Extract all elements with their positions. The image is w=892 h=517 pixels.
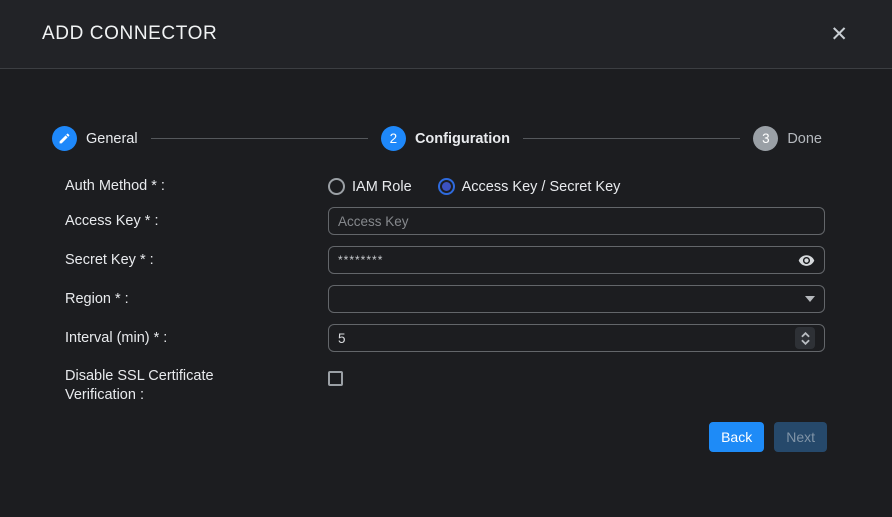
ssl-verification-label: Disable SSL Certificate Verification : (65, 367, 328, 405)
chevron-down-icon (805, 296, 815, 302)
interval-label: Interval (min) * : (65, 329, 328, 348)
number-stepper[interactable] (795, 327, 815, 349)
next-button[interactable]: Next (774, 422, 827, 452)
access-key-field-wrapper (328, 207, 825, 235)
add-connector-modal: ADD CONNECTOR ✕ General 2 Configuration … (0, 0, 892, 517)
step-configuration-label: Configuration (415, 131, 510, 147)
access-key-row: Access Key * : (65, 207, 824, 235)
radio-access-key[interactable]: Access Key / Secret Key (438, 178, 621, 195)
chevron-down-icon (801, 339, 810, 345)
step-3-badge: 3 (753, 126, 778, 151)
region-select[interactable] (328, 285, 825, 313)
radio-unchecked-icon (328, 178, 345, 195)
radio-access-key-label: Access Key / Secret Key (462, 179, 621, 195)
interval-field-wrapper (328, 324, 825, 352)
modal-header: ADD CONNECTOR ✕ (0, 0, 892, 69)
secret-key-field-wrapper (328, 246, 825, 274)
interval-row: Interval (min) * : (65, 324, 824, 352)
back-button[interactable]: Back (709, 422, 764, 452)
region-label: Region * : (65, 290, 328, 309)
secret-key-input[interactable] (338, 253, 798, 267)
interval-input[interactable] (338, 331, 795, 346)
chevron-up-icon (801, 332, 810, 338)
secret-key-row: Secret Key * : (65, 246, 824, 274)
page-title: ADD CONNECTOR (42, 23, 217, 45)
modal-footer: Back Next (0, 422, 892, 452)
pencil-icon (52, 126, 77, 151)
wizard-stepper: General 2 Configuration 3 Done (52, 126, 822, 151)
stepper-connector-line (151, 138, 368, 139)
radio-checked-icon (438, 178, 455, 195)
configuration-form: Auth Method * : IAM Role Access Key / Se… (0, 177, 892, 405)
access-key-label: Access Key * : (65, 212, 328, 231)
step-done: 3 Done (753, 126, 822, 151)
step-general[interactable]: General (52, 126, 138, 151)
step-general-label: General (86, 131, 138, 147)
stepper-connector-line (523, 138, 740, 139)
region-row: Region * : (65, 285, 824, 313)
ssl-verification-checkbox[interactable] (328, 371, 343, 386)
auth-method-row: Auth Method * : IAM Role Access Key / Se… (65, 177, 824, 196)
close-icon[interactable]: ✕ (830, 24, 848, 45)
step-2-badge: 2 (381, 126, 406, 151)
auth-method-label: Auth Method * : (65, 177, 328, 196)
access-key-input[interactable] (338, 214, 815, 229)
ssl-verification-row: Disable SSL Certificate Verification : (65, 367, 824, 405)
eye-icon[interactable] (798, 252, 815, 269)
step-done-label: Done (787, 131, 822, 147)
radio-iam-role[interactable]: IAM Role (328, 178, 412, 195)
radio-iam-role-label: IAM Role (352, 179, 412, 195)
region-select-value (338, 292, 805, 307)
secret-key-label: Secret Key * : (65, 251, 328, 270)
step-configuration[interactable]: 2 Configuration (381, 126, 510, 151)
